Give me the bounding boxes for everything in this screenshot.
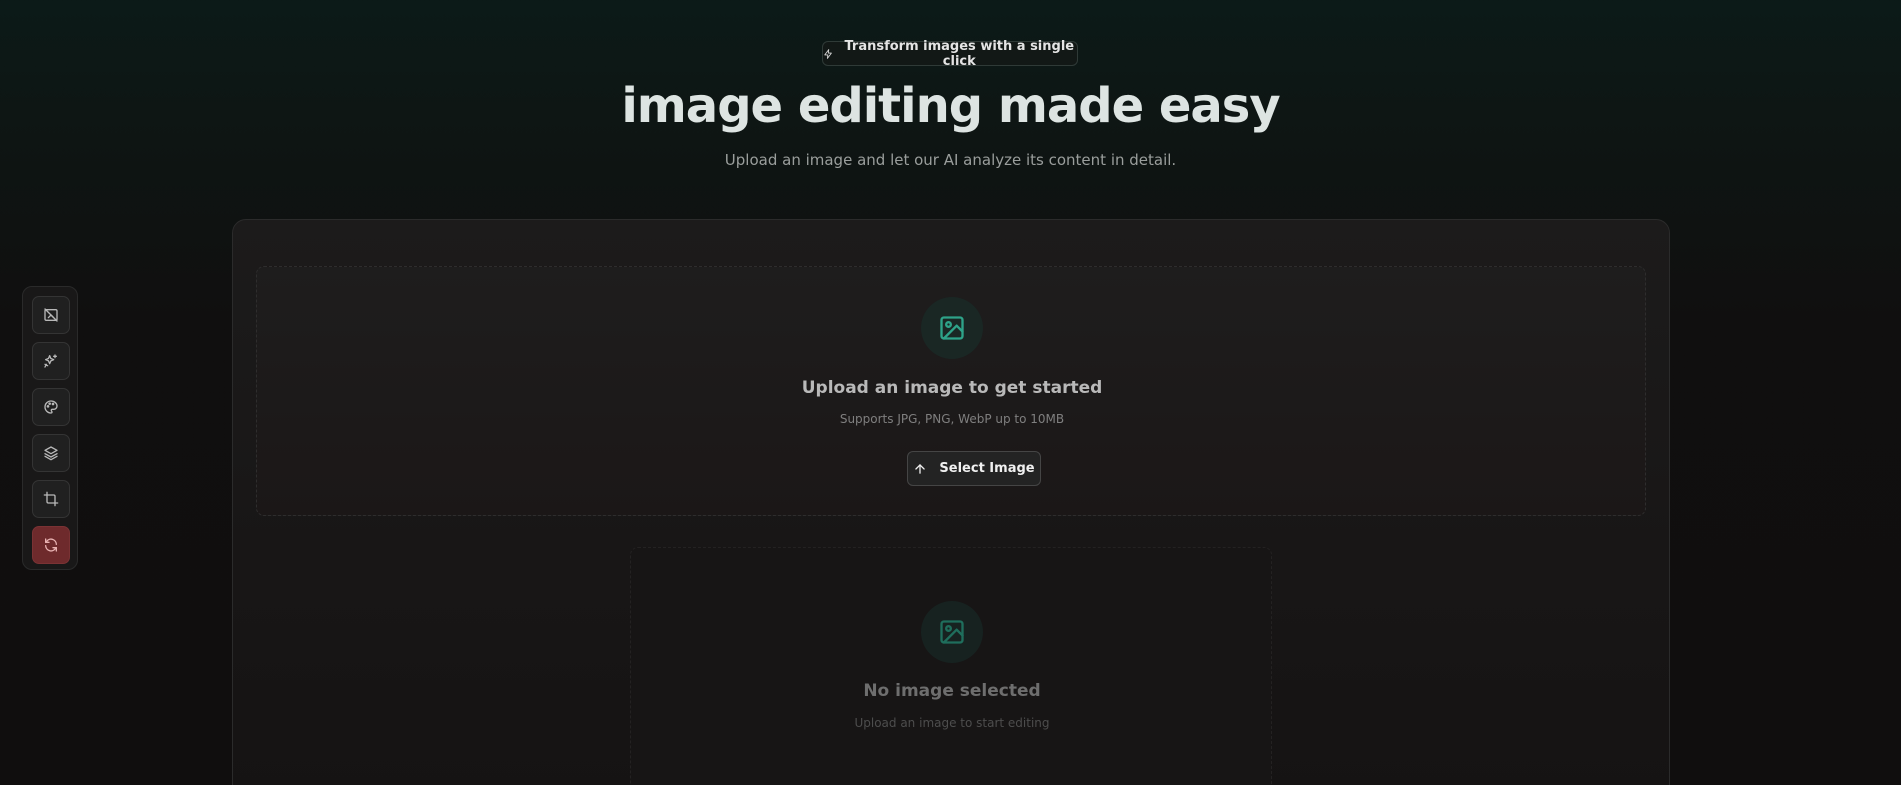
crop-button[interactable] <box>32 480 70 518</box>
layers-button[interactable] <box>32 434 70 472</box>
refresh-icon <box>45 538 57 552</box>
zap-icon <box>824 48 832 59</box>
arrow-up-icon <box>915 463 926 474</box>
image-off-icon <box>44 308 58 322</box>
preview-subtitle: Upload an image to start editing <box>854 716 1050 730</box>
upload-dropzone[interactable]: Upload an image to get started Supports … <box>256 266 1646 516</box>
image-icon <box>940 620 964 644</box>
preview-title: No image selected <box>863 681 1041 701</box>
remove-background-button[interactable] <box>32 296 70 334</box>
enhance-button[interactable] <box>32 342 70 380</box>
page-subtitle: Upload an image and let our AI analyze i… <box>724 151 1177 169</box>
crop-icon <box>43 491 59 507</box>
tool-rail <box>22 286 78 570</box>
editor-panel: Upload an image to get started Supports … <box>232 219 1670 785</box>
palette-icon <box>44 400 58 414</box>
layers-icon <box>44 446 58 461</box>
preview-icon-circle <box>921 601 983 663</box>
upload-subtitle: Supports JPG, PNG, WebP up to 10MB <box>839 412 1065 426</box>
image-preview-area: No image selected Upload an image to sta… <box>630 547 1272 785</box>
select-image-label: Select Image <box>939 461 1035 476</box>
badge-text: Transform images with a single click <box>844 38 1075 69</box>
page-title: image editing made easy <box>621 78 1280 134</box>
upload-title: Upload an image to get started <box>801 378 1103 398</box>
select-image-button[interactable]: Select Image <box>907 451 1041 486</box>
feature-badge: Transform images with a single click <box>822 38 1078 69</box>
sparkles-icon <box>44 354 57 368</box>
image-icon <box>940 316 964 340</box>
upload-icon-circle <box>921 297 983 359</box>
color-button[interactable] <box>32 388 70 426</box>
reset-button[interactable] <box>32 526 70 564</box>
